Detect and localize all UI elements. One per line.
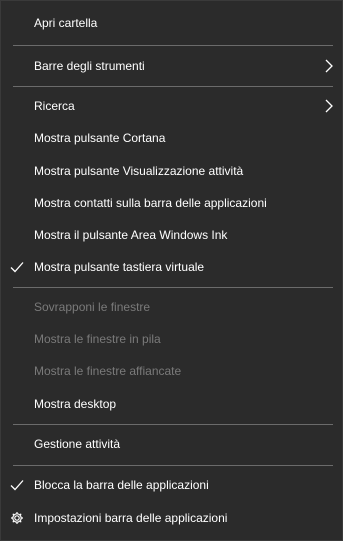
menu-item-finestre-affiancate: Mostra le finestre affiancate xyxy=(1,355,342,387)
menu-item-label: Mostra il pulsante Area Windows Ink xyxy=(34,228,228,242)
menu-item-ricerca[interactable]: Ricerca xyxy=(1,90,342,122)
menu-item-gestione-attivita[interactable]: Gestione attività xyxy=(1,428,342,460)
menu-item-label: Ricerca xyxy=(34,99,75,113)
check-icon xyxy=(9,477,25,493)
menu-item-mostra-windows-ink[interactable]: Mostra il pulsante Area Windows Ink xyxy=(1,219,342,251)
menu-separator xyxy=(13,86,333,87)
menu-item-mostra-desktop[interactable]: Mostra desktop xyxy=(1,388,342,420)
menu-item-mostra-contatti[interactable]: Mostra contatti sulla barra delle applic… xyxy=(1,187,342,219)
menu-separator xyxy=(13,45,333,46)
menu-item-label: Apri cartella xyxy=(34,16,98,30)
menu-item-label: Mostra pulsante tastiera virtuale xyxy=(34,260,205,274)
check-icon xyxy=(9,259,25,275)
menu-item-label: Mostra desktop xyxy=(34,397,117,411)
menu-item-label: Mostra contatti sulla barra delle applic… xyxy=(34,196,267,210)
menu-separator xyxy=(13,287,333,288)
menu-separator xyxy=(13,424,333,425)
chevron-right-icon xyxy=(324,99,334,113)
menu-item-finestre-in-pila: Mostra le finestre in pila xyxy=(1,323,342,355)
menu-item-label: Mostra le finestre affiancate xyxy=(34,364,182,378)
menu-item-label: Mostra pulsante Visualizzazione attività xyxy=(34,164,244,178)
menu-item-impostazioni-barra[interactable]: Impostazioni barra delle applicazioni xyxy=(1,502,342,534)
gear-icon xyxy=(9,510,25,526)
menu-item-label: Blocca la barra delle applicazioni xyxy=(34,478,209,492)
chevron-right-icon xyxy=(324,59,334,73)
taskbar-context-menu: Apri cartella Barre degli strumenti Rice… xyxy=(0,0,343,541)
menu-item-apri-cartella[interactable]: Apri cartella xyxy=(1,7,342,39)
menu-item-label: Gestione attività xyxy=(34,437,121,451)
menu-item-blocca-barra[interactable]: Blocca la barra delle applicazioni xyxy=(1,469,342,501)
menu-item-mostra-cortana[interactable]: Mostra pulsante Cortana xyxy=(1,122,342,154)
menu-item-mostra-tastiera-virtuale[interactable]: Mostra pulsante tastiera virtuale xyxy=(1,251,342,283)
menu-item-label: Barre degli strumenti xyxy=(34,59,145,73)
menu-item-sovrapponi-finestre: Sovrapponi le finestre xyxy=(1,291,342,323)
menu-item-label: Mostra le finestre in pila xyxy=(34,332,161,346)
menu-item-mostra-visualizzazione-attivita[interactable]: Mostra pulsante Visualizzazione attività xyxy=(1,155,342,187)
menu-item-label: Sovrapponi le finestre xyxy=(34,300,151,314)
menu-item-label: Mostra pulsante Cortana xyxy=(34,131,166,145)
menu-item-barre-degli-strumenti[interactable]: Barre degli strumenti xyxy=(1,50,342,82)
menu-separator xyxy=(13,465,333,466)
menu-item-label: Impostazioni barra delle applicazioni xyxy=(34,511,228,525)
